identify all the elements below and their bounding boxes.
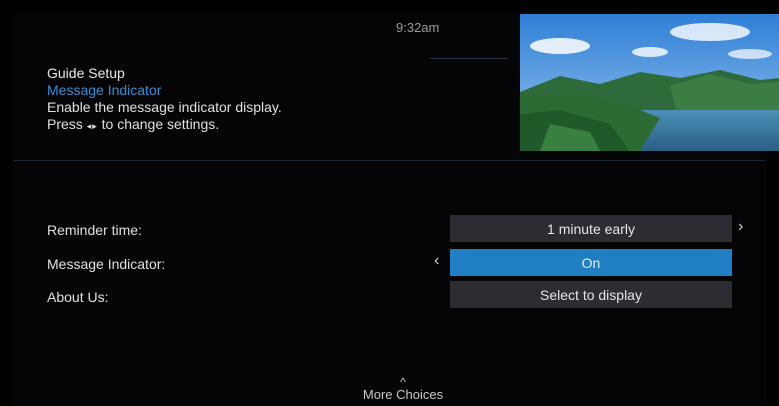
more-choices-label: More Choices <box>362 387 444 402</box>
header: Guide Setup Message Indicator Enable the… <box>47 65 282 135</box>
chevron-up-icon: ^ <box>400 375 406 389</box>
left-right-arrows-icon: ◂▸ <box>86 121 98 131</box>
chevron-right-icon[interactable]: › <box>738 218 743 236</box>
about-us-value[interactable]: Select to display <box>450 281 732 308</box>
hint-text: Press ◂▸ to change settings. <box>47 116 282 135</box>
clock: 9:32am <box>396 20 440 35</box>
hint-prefix: Press <box>47 116 83 132</box>
landscape-preview-icon <box>520 14 779 151</box>
message-indicator-value[interactable]: On <box>450 249 732 276</box>
hint-suffix: to change settings. <box>101 116 220 132</box>
page-title: Guide Setup <box>47 65 125 81</box>
description: Enable the message indicator display. <box>47 99 282 115</box>
chevron-left-icon[interactable]: ‹ <box>434 252 439 270</box>
reminder-time-value[interactable]: 1 minute early <box>450 215 732 242</box>
reminder-time-label: Reminder time: <box>47 222 142 238</box>
about-us-label: About Us: <box>47 289 109 305</box>
page-subtitle: Message Indicator <box>47 82 162 98</box>
clock-divider <box>430 58 508 59</box>
message-indicator-label: Message Indicator: <box>47 256 166 272</box>
video-preview <box>520 14 779 151</box>
more-choices[interactable]: ^ More Choices <box>358 375 448 402</box>
header-divider <box>13 160 765 161</box>
